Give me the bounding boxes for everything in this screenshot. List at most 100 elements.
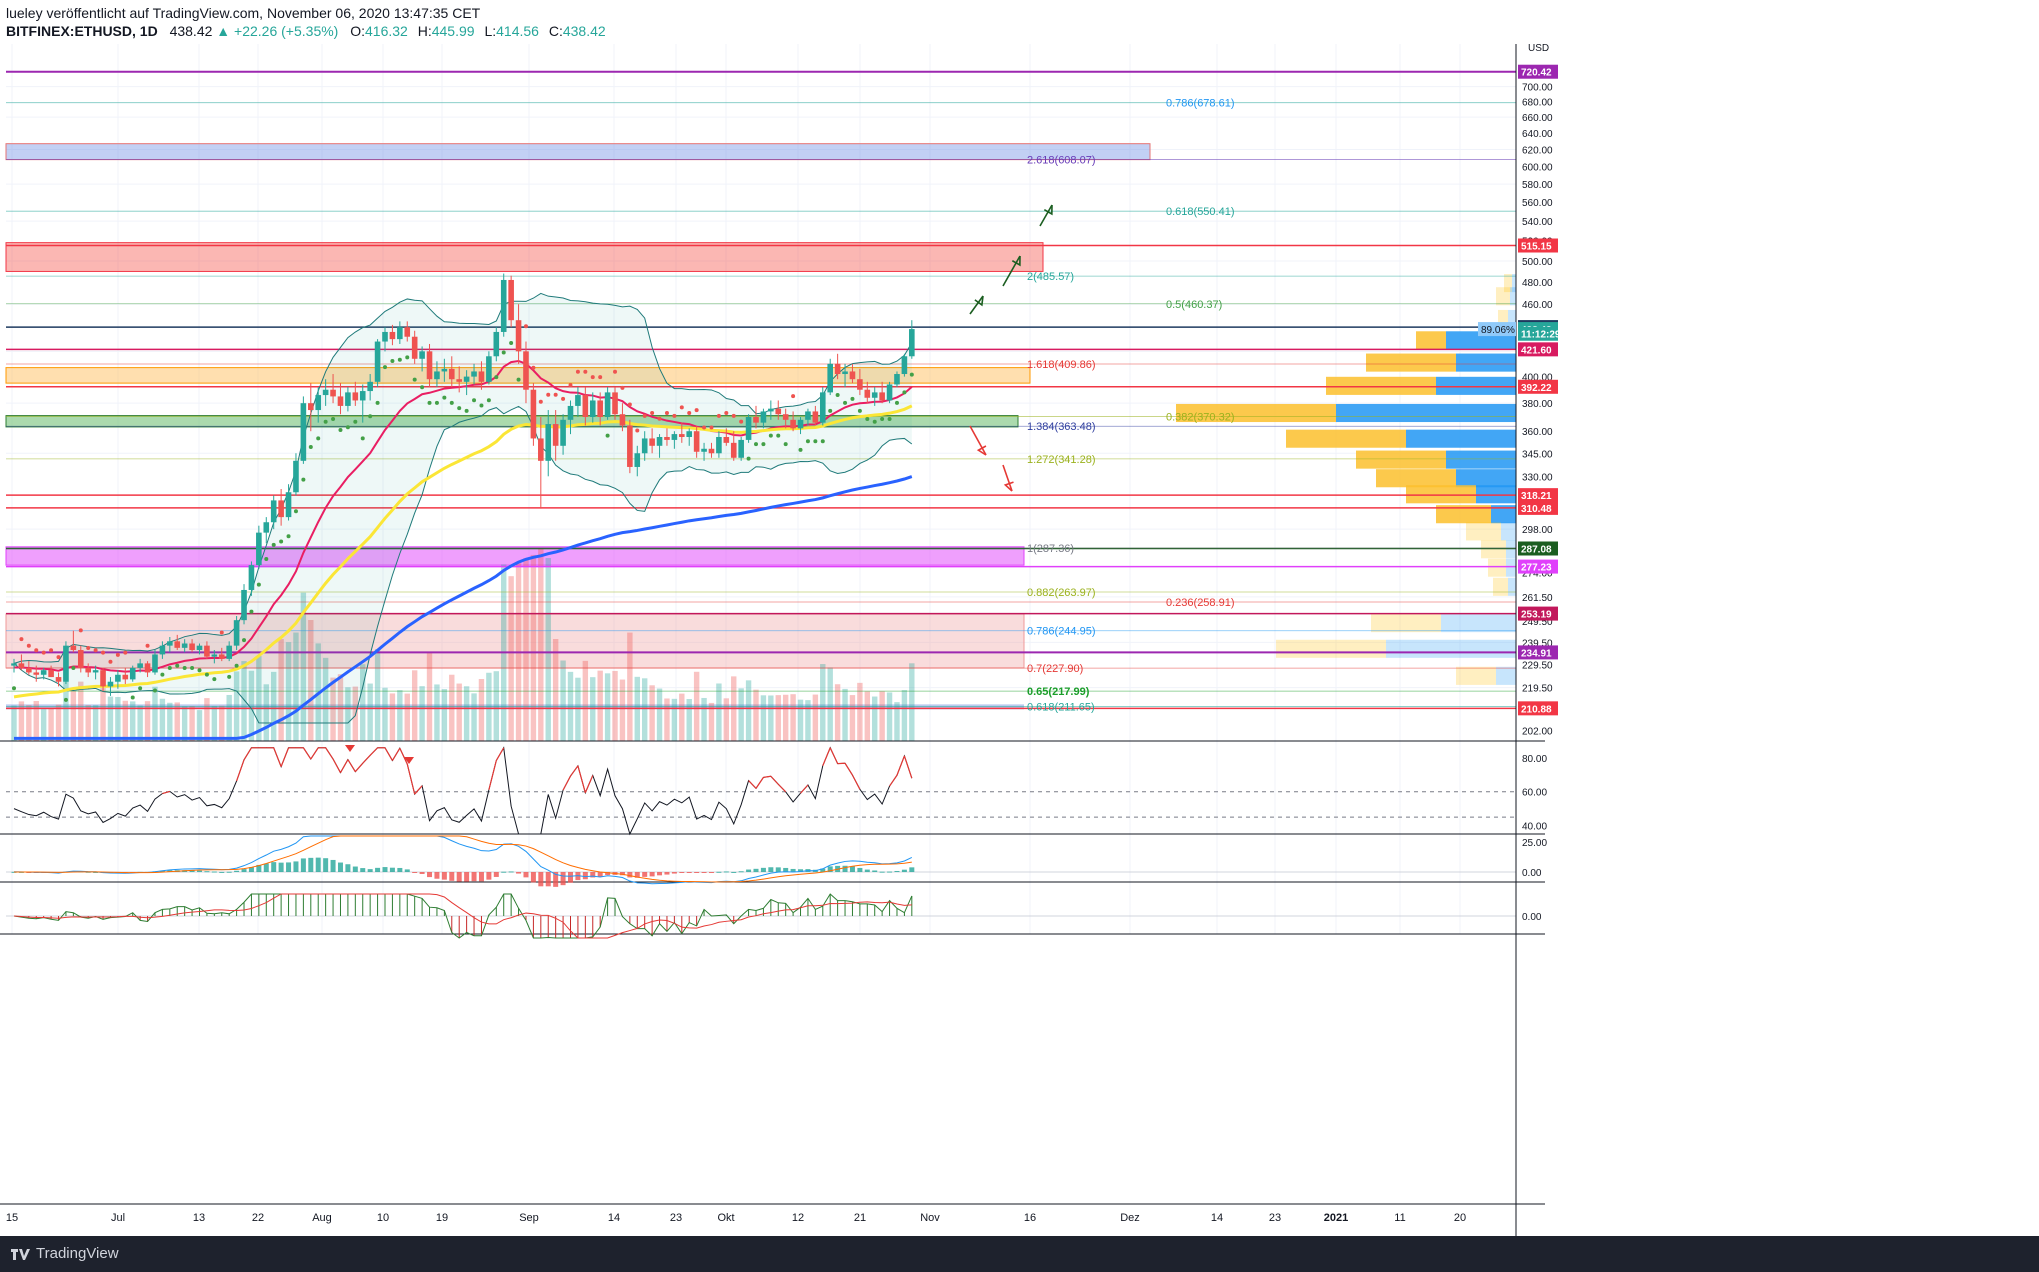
volume-bar — [189, 706, 195, 741]
vp-blue-row — [1406, 429, 1516, 448]
price-tick-label: 202.00 — [1522, 727, 1553, 738]
macd-histogram-bar — [441, 872, 447, 880]
candle-body — [901, 356, 908, 375]
sar-dot — [86, 646, 91, 651]
macd-histogram-bar — [197, 870, 202, 872]
volume-bar — [552, 639, 559, 741]
vp-percent-label: 89.06% — [1481, 325, 1515, 336]
volume-bar — [604, 673, 611, 741]
time-tick-label: Nov — [920, 1212, 940, 1224]
volume-bar — [419, 686, 425, 741]
symbol-legend[interactable]: BITFINEX:ETHUSD, 1D 438.42 ▲ +22.26 (+5.… — [6, 23, 612, 39]
price-tick-label: 330.00 — [1522, 472, 1553, 483]
vp-blue-row — [1441, 614, 1516, 633]
sar-dot — [182, 666, 187, 671]
sar-dot — [850, 396, 855, 401]
candle-body — [664, 436, 670, 440]
volume-bar — [55, 704, 62, 741]
vp-blue-row — [1506, 558, 1516, 577]
price-tick-label: 500.00 — [1522, 257, 1553, 268]
vp-yellow-row — [1456, 666, 1496, 685]
sar-dot — [702, 425, 707, 430]
volume-bar — [538, 549, 544, 741]
macd-histogram-bar — [427, 872, 433, 878]
time-tick-label: Okt — [717, 1212, 734, 1224]
macd-histogram-bar — [538, 872, 544, 887]
candle-body — [233, 620, 240, 646]
candle-body — [500, 279, 507, 332]
sar-dot — [464, 408, 469, 413]
volume-bar — [48, 708, 54, 741]
sar-dot — [635, 428, 640, 433]
candle-body — [723, 436, 730, 443]
volume-bar — [70, 690, 77, 741]
rsi-level-label: 80.00 — [1522, 754, 1547, 765]
sar-dot — [331, 416, 336, 421]
sar-dot — [286, 534, 291, 539]
candle-body — [181, 643, 188, 648]
macd-histogram-bar — [686, 872, 692, 873]
macd-histogram-bar — [308, 857, 314, 872]
candle-body — [159, 645, 166, 655]
rsi-level-label: 60.00 — [1522, 788, 1547, 799]
macd-histogram-bar — [545, 872, 551, 887]
sar-dot — [93, 648, 98, 653]
candle-body — [834, 363, 841, 375]
sar-dot — [857, 408, 862, 413]
fib-label: 0.65(217.99) — [1027, 686, 1090, 698]
sar-dot — [546, 392, 551, 397]
volume-bar — [886, 692, 893, 741]
volume-bar — [523, 558, 529, 741]
volume-bar — [478, 679, 485, 741]
price-chart[interactable]: 0.786(678.61) 2.618(608.07) 0.618(550.41) 2… — [0, 44, 2039, 1236]
sar-dot — [160, 672, 165, 677]
candle-body — [137, 663, 143, 668]
time-tick-label: 14 — [608, 1212, 620, 1224]
tradingview-logo-icon[interactable] — [10, 1246, 32, 1262]
vp-yellow-row — [1371, 614, 1441, 633]
time-tick-label: 16 — [1024, 1212, 1036, 1224]
volume-bar — [426, 652, 433, 741]
time-tick-label: 11 — [1394, 1212, 1405, 1224]
volume-bar — [820, 664, 826, 741]
vp-yellow-row — [1488, 558, 1506, 577]
sar-dot — [427, 400, 432, 405]
time-tick-label: 2021 — [1324, 1212, 1348, 1224]
candle-body — [337, 396, 344, 406]
macd-histogram-bar — [434, 872, 440, 879]
candle-body — [842, 371, 848, 375]
candle-body — [434, 371, 440, 380]
macd-histogram-bar — [864, 869, 870, 872]
sar-dot — [791, 394, 796, 399]
volume-bar — [656, 688, 663, 741]
sar-dot — [175, 663, 180, 668]
macd-histogram-bar — [375, 867, 381, 872]
symbol-name[interactable]: BITFINEX:ETHUSD, 1D — [6, 23, 158, 39]
macd-histogram-bar — [486, 872, 492, 880]
low-label: L: — [484, 23, 497, 39]
sar-dot — [605, 433, 610, 438]
sar-dot — [449, 400, 454, 405]
candle-body — [589, 400, 596, 418]
price-tick-label: 620.00 — [1522, 146, 1553, 157]
volume-bar — [597, 670, 603, 741]
macd-histogram-bar — [901, 869, 907, 872]
price-change: ▲ +22.26 (+5.35%) — [216, 23, 339, 39]
volume-bar — [204, 698, 210, 741]
volume-bar — [211, 705, 218, 741]
sar-dot — [880, 416, 885, 421]
candle-body — [782, 414, 789, 420]
macd-histogram-bar — [367, 869, 373, 872]
sar-dot — [152, 688, 157, 693]
candle-body — [671, 434, 678, 440]
sar-dot — [457, 406, 462, 411]
vp-yellow-row — [1286, 429, 1406, 448]
volume-bar — [745, 680, 752, 741]
macd-histogram-bar — [226, 871, 232, 873]
sar-dot — [101, 650, 106, 655]
price-label-text: 421.60 — [1521, 345, 1552, 356]
sar-dot — [34, 648, 39, 653]
price-label-text: 310.48 — [1521, 504, 1552, 515]
macd-histogram-bar — [404, 869, 410, 872]
candle-body — [122, 674, 129, 680]
